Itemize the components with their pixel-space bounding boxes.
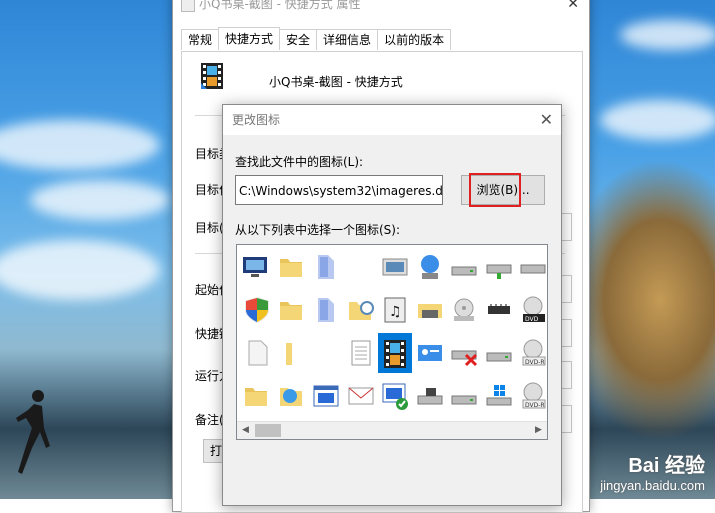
cd-drive-icon[interactable]: [448, 294, 480, 326]
horizontal-scrollbar[interactable]: ◀ ▶: [237, 421, 547, 439]
dialog-title: 更改图标: [232, 113, 281, 127]
network-drive-icon[interactable]: [483, 251, 515, 283]
comment-field[interactable]: [561, 405, 572, 433]
tab-previous-versions[interactable]: 以前的版本: [377, 29, 452, 50]
dvd-r-icon[interactable]: DVD-R: [517, 337, 547, 369]
runner-silhouette: [16, 390, 50, 474]
run-select[interactable]: [561, 361, 572, 389]
drive-error-icon[interactable]: [448, 337, 480, 369]
browse-button[interactable]: 浏览(B)...: [461, 175, 545, 205]
scroll-right-arrow-icon[interactable]: ▶: [530, 422, 547, 439]
mail-icon[interactable]: [345, 380, 377, 412]
monitors-icon[interactable]: [241, 251, 273, 283]
tab-general[interactable]: 常规: [181, 29, 220, 50]
drive-icon[interactable]: [483, 337, 515, 369]
svg-text:DVD-R: DVD-R: [525, 402, 545, 409]
shortcut-key-field[interactable]: [561, 319, 572, 347]
svg-text:DVD-R: DVD-R: [525, 359, 545, 366]
blank-icon[interactable]: [310, 337, 342, 369]
shield-icon[interactable]: [241, 294, 273, 326]
document-blue-icon[interactable]: [310, 294, 342, 326]
properties-titlebar: 小Q书桌-截图 - 快捷方式 属性 ✕: [173, 0, 589, 17]
folder-icon[interactable]: [276, 251, 308, 283]
folder-icon[interactable]: [241, 380, 273, 412]
dvd-icon[interactable]: DVD: [517, 294, 547, 326]
svg-text:♫: ♫: [389, 304, 402, 320]
folder-search-icon[interactable]: [345, 294, 377, 326]
picture-icon[interactable]: [379, 251, 411, 283]
blank-page-icon[interactable]: [241, 337, 273, 369]
dialog-titlebar: 更改图标 ✕: [223, 105, 561, 135]
close-icon[interactable]: ✕: [567, 0, 579, 17]
text-doc-icon[interactable]: [345, 337, 377, 369]
watermark: Bai 经验 jingyan.baidu.com: [600, 449, 705, 493]
change-icon-dialog: 更改图标 ✕ 查找此文件中的图标(L): C:\Windows\system32…: [222, 104, 562, 506]
watermark-brand: Bai 经验: [628, 455, 705, 477]
windows-drive-icon[interactable]: [483, 380, 515, 412]
icon-file-path-input[interactable]: C:\Windows\system32\imageres.dll: [235, 175, 443, 205]
tab-details[interactable]: 详细信息: [316, 29, 379, 50]
printer-folder-icon[interactable]: [414, 294, 446, 326]
id-card-icon[interactable]: [414, 337, 446, 369]
folder-open-icon[interactable]: [276, 337, 308, 369]
svg-text:DVD: DVD: [525, 316, 539, 323]
scroll-left-arrow-icon[interactable]: ◀: [237, 422, 254, 439]
blank-icon[interactable]: [345, 251, 377, 283]
start-in-field[interactable]: [561, 275, 572, 303]
document-blue-icon[interactable]: [310, 251, 342, 283]
drive-icon[interactable]: [448, 251, 480, 283]
floppy-drive-icon[interactable]: [414, 380, 446, 412]
drive-partial-icon[interactable]: [517, 251, 547, 283]
music-doc-icon[interactable]: ♫: [379, 294, 411, 326]
window-check-icon[interactable]: [379, 380, 411, 412]
scroll-thumb[interactable]: [255, 424, 281, 437]
watermark-url: jingyan.baidu.com: [600, 478, 705, 493]
drive-icon[interactable]: [448, 380, 480, 412]
properties-title: 小Q书桌-截图 - 快捷方式 属性: [199, 0, 361, 11]
properties-tabs: 常规 快捷方式 安全 详细信息 以前的版本: [181, 27, 452, 51]
app-icon: [181, 0, 195, 12]
chip-icon[interactable]: [483, 294, 515, 326]
look-in-label: 查找此文件中的图标(L):: [235, 155, 364, 169]
tab-security[interactable]: 安全: [279, 29, 318, 50]
target-field[interactable]: [561, 213, 572, 241]
folder-globe-icon[interactable]: [276, 380, 308, 412]
select-icon-label: 从以下列表中选择一个图标(S):: [235, 223, 401, 237]
icon-list[interactable]: ♫ DVD DVD-R DVD-R ◀ ▶: [236, 244, 548, 440]
globe-computer-icon[interactable]: [414, 251, 446, 283]
close-icon[interactable]: ✕: [540, 105, 553, 135]
film-icon: [201, 63, 223, 89]
shortcut-name: 小Q书桌-截图 - 快捷方式: [269, 75, 403, 89]
folder-icon[interactable]: [276, 294, 308, 326]
window-icon[interactable]: [310, 380, 342, 412]
tab-shortcut[interactable]: 快捷方式: [218, 27, 281, 50]
dvd-r-icon[interactable]: DVD-R: [517, 380, 547, 412]
film-icon[interactable]: [378, 333, 412, 373]
